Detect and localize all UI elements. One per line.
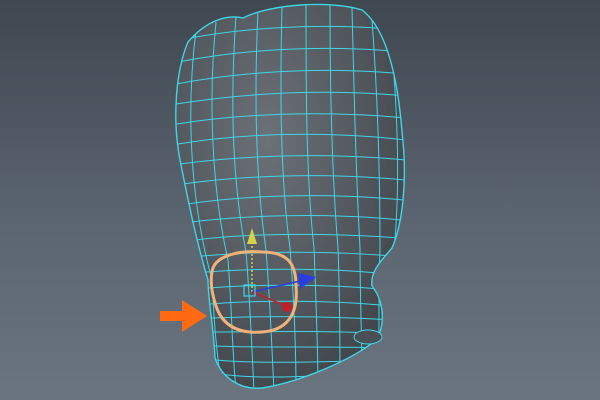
viewport-canvas[interactable] (0, 0, 600, 400)
3d-viewport[interactable] (0, 0, 600, 400)
arrow-right-icon (160, 300, 207, 332)
wrist-cap[interactable] (353, 329, 383, 345)
x-axis-knob-icon[interactable] (282, 302, 292, 312)
